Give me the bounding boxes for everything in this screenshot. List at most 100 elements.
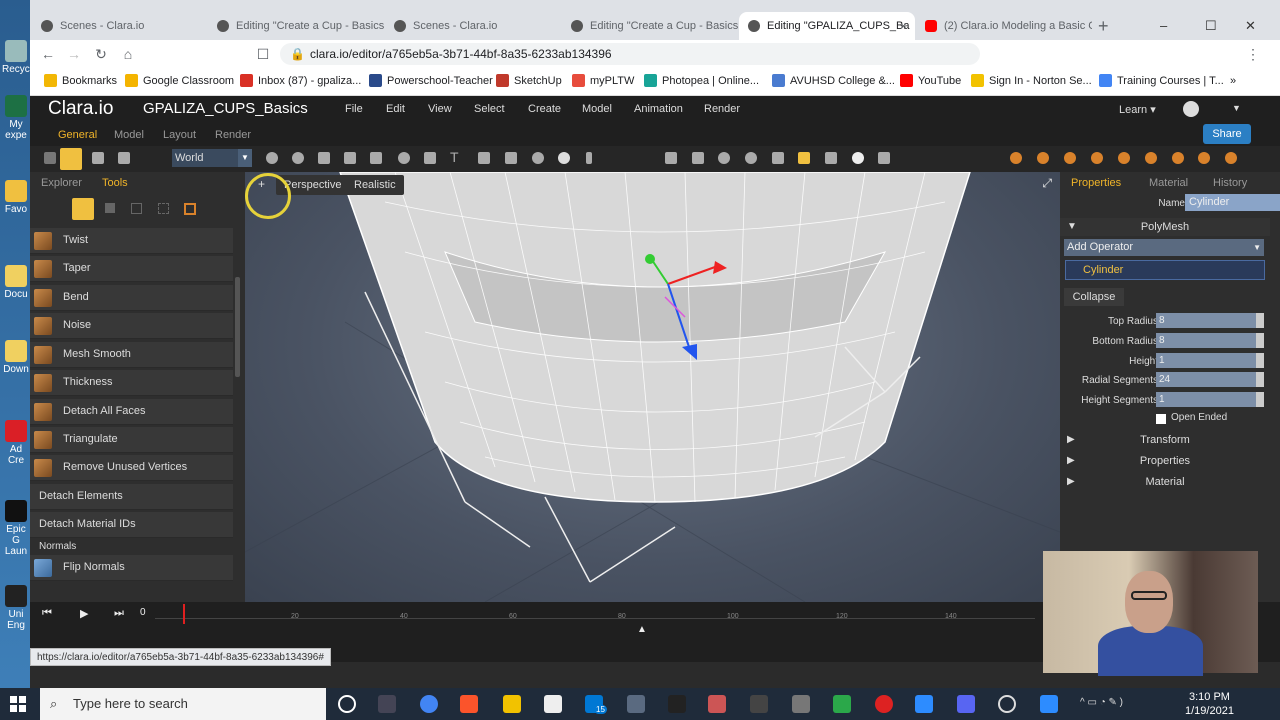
new-tab-button[interactable]: +	[1094, 12, 1118, 40]
app-icon[interactable]	[833, 695, 851, 713]
mode-tab-layout[interactable]: Layout	[163, 129, 196, 141]
select-arrow-icon[interactable]	[44, 152, 56, 164]
system-clock[interactable]: 3:10 PM 1/19/2021	[1185, 690, 1234, 718]
tool-taper[interactable]: Taper	[30, 256, 233, 282]
app-icon[interactable]	[792, 695, 810, 713]
spinner-icon[interactable]	[1256, 392, 1264, 407]
file-explorer-icon[interactable]	[503, 695, 521, 713]
top-radius-field[interactable]: 8	[1156, 313, 1256, 328]
adobe-icon[interactable]	[668, 695, 686, 713]
task-view-icon[interactable]	[378, 695, 396, 713]
chat-icon[interactable]	[1040, 695, 1058, 713]
app-icon[interactable]	[875, 695, 893, 713]
spinner-icon[interactable]	[1256, 333, 1264, 348]
menu-model[interactable]: Model	[582, 103, 612, 115]
browser-tab[interactable]: Editing "Create a Cup - Basics" - C	[208, 12, 384, 40]
element-mode-icon[interactable]	[184, 203, 196, 215]
polymesh-section[interactable]: ▼ PolyMesh	[1060, 218, 1270, 236]
primitive-box-icon[interactable]	[370, 152, 382, 164]
close-window-button[interactable]: ✕	[1245, 18, 1256, 34]
primitive-capsule-icon[interactable]	[586, 152, 592, 164]
primitive-torus-icon[interactable]	[398, 152, 410, 164]
camera-icon[interactable]	[772, 152, 784, 164]
tab-explorer[interactable]: Explorer	[41, 177, 82, 189]
operator-cylinder-item[interactable]: Cylinder	[1065, 260, 1265, 280]
back-icon[interactable]: ←	[39, 45, 57, 63]
region-select-icon[interactable]	[118, 152, 130, 164]
primitive-pyramid-icon[interactable]	[478, 152, 490, 164]
desktop-icon-favorites[interactable]: Favo	[2, 180, 30, 215]
spinner-icon[interactable]	[1256, 372, 1264, 387]
timeline-track[interactable]	[155, 618, 1035, 619]
learn-menu[interactable]: Learn ▾	[1119, 103, 1156, 116]
orange-tool-icon[interactable]	[1091, 152, 1103, 164]
orange-tool-icon[interactable]	[1064, 152, 1076, 164]
menu-animation[interactable]: Animation	[634, 103, 683, 115]
tool-detach-material-ids[interactable]: Detach Material IDs	[30, 512, 233, 538]
plane-icon[interactable]	[692, 152, 704, 164]
desktop-icon-downloads[interactable]: Down	[2, 340, 30, 375]
tool-triangulate[interactable]: Triangulate	[30, 427, 233, 453]
menu-select[interactable]: Select	[474, 103, 505, 115]
add-icon[interactable]	[852, 152, 864, 164]
properties-section[interactable]: ▶ Properties	[1060, 452, 1270, 470]
primitive-sphere-icon[interactable]	[292, 152, 304, 164]
orange-tool-icon[interactable]	[1225, 152, 1237, 164]
cortana-icon[interactable]	[338, 695, 356, 713]
open-ended-checkbox[interactable]	[1156, 414, 1166, 424]
mode-tab-render[interactable]: Render	[215, 129, 251, 141]
orange-tool-icon[interactable]	[1172, 152, 1184, 164]
primitive-geosphere-icon[interactable]	[532, 152, 544, 164]
bookmark-item[interactable]: Photopea | Online...	[644, 74, 759, 88]
mode-tab-model[interactable]: Model	[114, 129, 144, 141]
desktop-icon-unity[interactable]: Uni Eng	[2, 585, 30, 631]
desktop-icon-excel[interactable]: My expe	[2, 95, 30, 141]
browser-tab[interactable]: Scenes - Clara.io	[32, 12, 207, 40]
orange-tool-icon[interactable]	[1037, 152, 1049, 164]
store-icon[interactable]	[544, 695, 562, 713]
edge-mode-icon[interactable]	[131, 203, 142, 214]
browser-tab[interactable]: Scenes - Clara.io	[385, 12, 561, 40]
bookmark-item[interactable]: Powerschool-Teacher	[369, 74, 493, 88]
minimize-button[interactable]: –	[1160, 18, 1167, 33]
app-icon[interactable]	[750, 695, 768, 713]
transform-section[interactable]: ▶ Transform	[1060, 431, 1270, 449]
bookmark-item[interactable]: SketchUp	[496, 74, 562, 88]
bookmark-item[interactable]: Inbox (87) - gpaliza...	[240, 74, 361, 88]
user-menu-chevron-icon[interactable]: ▼	[1232, 103, 1241, 113]
play-icon[interactable]: ▶	[80, 607, 88, 620]
face-mode-icon[interactable]	[158, 203, 169, 214]
bookmark-item[interactable]: Training Courses | T...	[1099, 74, 1224, 88]
tool-bend[interactable]: Bend	[30, 285, 233, 311]
brave-icon[interactable]	[460, 695, 478, 713]
tool-noise[interactable]: Noise	[30, 313, 233, 339]
menu-view[interactable]: View	[428, 103, 452, 115]
maximize-button[interactable]: ☐	[1205, 18, 1217, 34]
app-icon[interactable]	[708, 695, 726, 713]
taskbar-search[interactable]: ⌕ Type here to search	[40, 688, 326, 720]
tool-detach-all-faces[interactable]: Detach All Faces	[30, 399, 233, 425]
discord-icon[interactable]	[957, 695, 975, 713]
skip-end-icon[interactable]: ⏭	[114, 607, 124, 620]
bookmark-item[interactable]: AVUHSD College &...	[772, 74, 895, 88]
reload-icon[interactable]: ↻	[92, 45, 110, 63]
name-field[interactable]: Cylinder	[1185, 194, 1280, 211]
mail-icon[interactable]: 15	[585, 695, 607, 714]
home-icon[interactable]: ⌂	[119, 45, 137, 63]
browser-tab[interactable]: (2) Clara.io Modeling a Basic Cof	[916, 12, 1092, 40]
helper-icon[interactable]	[798, 152, 810, 164]
forward-icon[interactable]: →	[65, 45, 83, 63]
desktop-icon-adobe-cc[interactable]: Ad Cre	[2, 420, 30, 466]
bookmark-item[interactable]: myPLTW	[572, 74, 634, 88]
skip-start-icon[interactable]: ⏮	[42, 607, 52, 620]
tray-icons[interactable]: ^ ▭ ◔ ✎ )	[1080, 697, 1123, 708]
desktop-icon-epic-games[interactable]: Epic G Laun	[2, 500, 30, 557]
coordinate-space-select[interactable]: World ▼	[172, 149, 252, 167]
bone-icon[interactable]	[825, 152, 837, 164]
orange-tool-icon[interactable]	[1010, 152, 1022, 164]
tool-twist[interactable]: Twist	[30, 228, 233, 254]
select-tool-icon[interactable]	[60, 148, 82, 170]
menu-edit[interactable]: Edit	[386, 103, 405, 115]
primitive-ball-icon[interactable]	[558, 152, 570, 164]
bookmark-item[interactable]: Google Classroom	[125, 74, 234, 88]
